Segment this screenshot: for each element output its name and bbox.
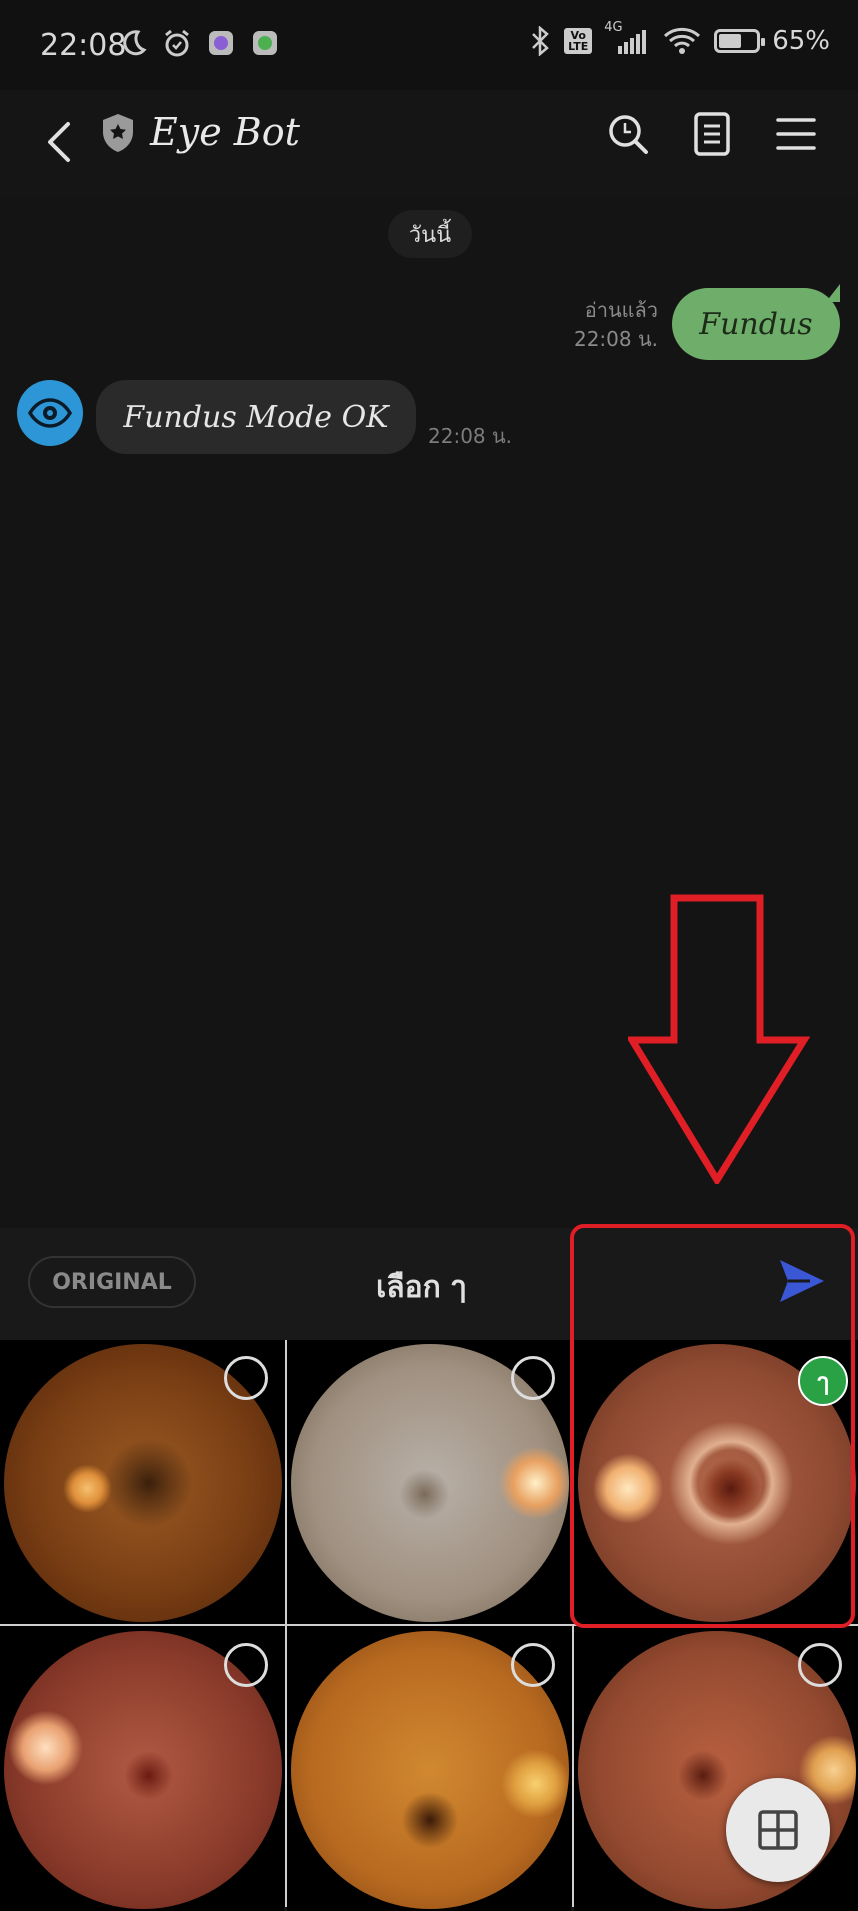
grid-divider [572,1625,574,1907]
bot-avatar[interactable] [17,380,83,446]
messenger-icon [209,31,233,55]
photo-thumbnail[interactable] [287,1627,571,1911]
search-icon[interactable] [604,110,652,158]
sent-time: 22:08 น. [573,327,658,351]
photo-thumbnail[interactable] [0,1340,284,1624]
bluetooth-icon [532,26,550,56]
read-label: อ่านแล้ว [584,298,658,322]
select-checkbox[interactable] [224,1356,268,1400]
shield-star-icon [103,114,133,152]
photo-thumbnail[interactable] [0,1627,284,1911]
wifi-icon [664,27,701,54]
alarm-icon [165,29,189,57]
battery-percent: 65% [772,26,830,56]
notes-icon[interactable] [688,110,736,158]
date-separator: วันนี้ [388,210,472,258]
photo-thumbnail[interactable] [287,1340,571,1624]
red-highlight-box [570,1224,855,1628]
back-arrow-icon[interactable] [38,112,82,172]
chat-title: Eye Bot [150,110,300,154]
app-notification-icon [253,31,277,55]
battery-icon [714,29,766,53]
original-toggle-button[interactable]: ORIGINAL [28,1256,196,1308]
bot-message-bubble[interactable]: Fundus Mode OK [96,380,416,454]
status-time: 22:08 [40,28,127,63]
menu-icon[interactable] [772,110,820,158]
chat-header: Eye Bot [0,90,858,198]
select-checkbox[interactable] [511,1643,555,1687]
select-checkbox[interactable] [798,1643,842,1687]
signal-icon: 4G [604,20,650,56]
sent-message-bubble[interactable]: Fundus [672,284,840,360]
read-receipt: อ่านแล้ว 22:08 น. [574,296,658,354]
selected-count-label: เลือก ๅ [376,1270,466,1305]
red-arrow-annotation [628,894,810,1184]
eye-icon [28,398,72,428]
photo-thumbnail[interactable] [574,1627,858,1911]
grid-icon [758,1810,798,1850]
moon-icon [123,30,147,56]
bot-message-time: 22:08 น. [428,424,513,448]
select-checkbox[interactable] [224,1643,268,1687]
status-bar: 22:08 Vo LTE 4G 65% [0,0,858,90]
volte-badge: Vo LTE [564,28,593,54]
select-checkbox[interactable] [511,1356,555,1400]
gallery-grid-button[interactable] [726,1778,830,1882]
